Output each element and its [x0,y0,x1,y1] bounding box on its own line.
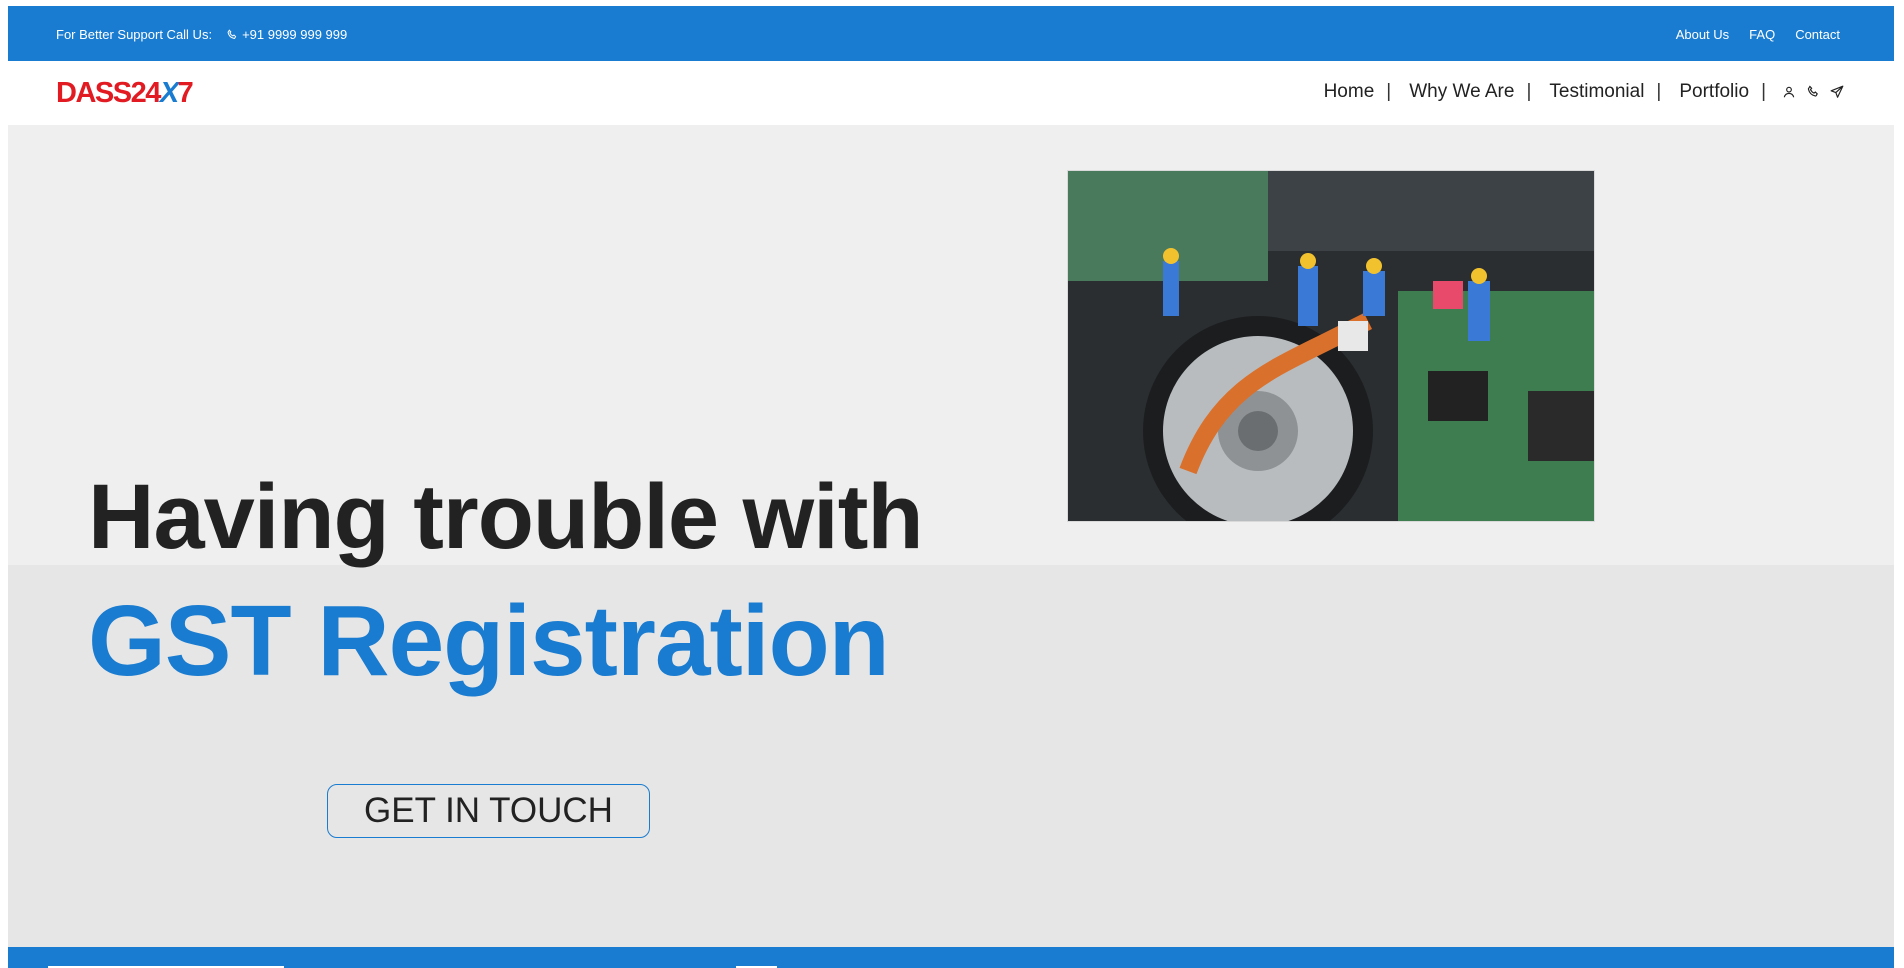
nav-separator: | [1526,81,1532,102]
send-icon[interactable] [1830,85,1844,99]
hero-image [1067,170,1595,522]
get-in-touch-button[interactable]: GET IN TOUCH [327,784,650,838]
about-us-link[interactable]: About Us [1676,27,1729,42]
support-label: For Better Support Call Us: [56,27,213,42]
user-icon[interactable] [1782,85,1796,99]
logo-suffix: 7 [177,77,194,109]
bottom-band [8,947,1894,968]
nav-item-home[interactable]: Home [1324,81,1375,103]
hero-headline-line2: GST Registration [88,585,890,697]
support-phone-link[interactable]: +91 9999 999 999 [242,27,347,42]
phone-icon [227,28,237,39]
page: For Better Support Call Us: +91 9999 999… [8,6,1894,968]
logo-x: X [159,77,179,109]
hero-headline-line1: Having trouble with [88,466,924,568]
site-logo[interactable]: DASS24X7 [56,77,194,110]
hero-section: Having trouble with GST Registration GET… [8,125,1894,947]
nav-item-portfolio[interactable]: Portfolio [1679,81,1749,103]
nav-separator: | [1761,81,1766,102]
contact-link[interactable]: Contact [1795,27,1840,42]
faq-link[interactable]: FAQ [1749,27,1775,42]
top-links: About Us FAQ Contact [1676,27,1840,42]
support-bar: For Better Support Call Us: +91 9999 999… [8,6,1894,61]
main-navbar: DASS24X7 Home | Why We Are | Testimonial… [8,61,1894,125]
nav-separator: | [1386,81,1392,102]
nav-menu: Home | Why We Are | Testimonial | Portfo… [1324,81,1844,103]
nav-item-testimonial[interactable]: Testimonial [1549,81,1644,103]
phone-icon[interactable] [1806,85,1820,99]
logo-prefix: DASS24 [56,77,161,109]
hard-drive-repair-illustration [1068,171,1594,521]
support-info: For Better Support Call Us: +91 9999 999… [56,27,347,42]
nav-item-why-we-are[interactable]: Why We Are [1409,81,1514,103]
nav-separator: | [1656,81,1662,102]
